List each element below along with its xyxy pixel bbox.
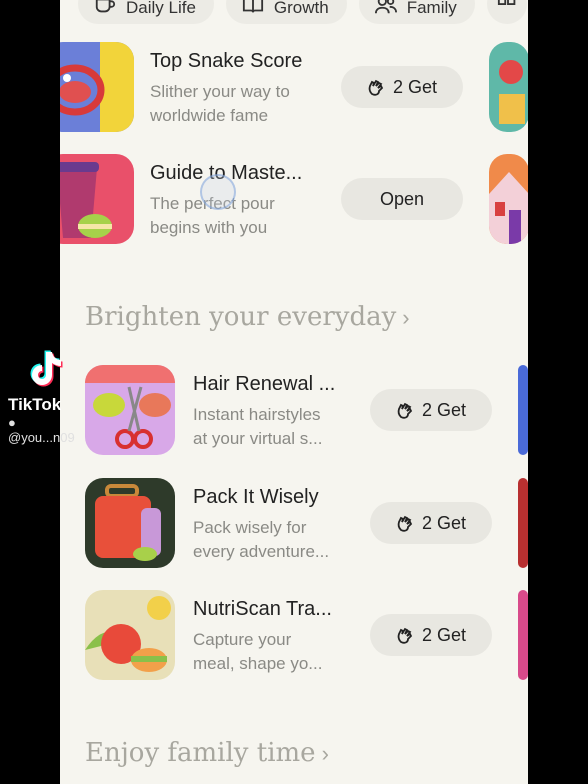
tiktok-username: ● @you...n09 — [8, 415, 75, 445]
app-icon-hair[interactable] — [85, 365, 175, 455]
tiktok-brand: TikTok — [8, 395, 62, 414]
chevron-right-icon: › — [402, 305, 410, 330]
list-item[interactable]: Pack It Wisely Pack wisely for every adve… — [85, 478, 528, 574]
user-icon: ● — [8, 415, 16, 430]
hand-icon — [397, 627, 413, 644]
list-item[interactable]: Top Snake Score Slither your way to world… — [60, 42, 528, 138]
book-icon — [242, 0, 264, 13]
chip-daily-life[interactable]: Daily Life — [78, 0, 214, 24]
app-subtitle: Pack wisely for every adventure... — [193, 518, 330, 561]
app-icon-nutrition[interactable] — [85, 590, 175, 680]
chip-label: Family — [406, 0, 457, 17]
hand-icon — [368, 79, 384, 96]
app-subtitle: Instant hairstyles at your virtual s... — [193, 405, 323, 448]
touch-indicator — [200, 174, 236, 210]
chip-label: Growth — [273, 0, 329, 17]
app-icon-next-column[interactable] — [518, 478, 528, 568]
open-button[interactable]: Open — [341, 178, 463, 220]
app-title: Top Snake Score — [150, 50, 303, 72]
tiktok-watermark: TikTok ● @you...n09 — [8, 348, 78, 445]
app-subtitle: Slither your way to worldwide fame — [150, 82, 290, 125]
app-icon-next-column[interactable] — [518, 365, 528, 455]
chip-family[interactable]: Family — [358, 0, 475, 24]
hand-icon — [397, 515, 413, 532]
app-icon-next-column[interactable] — [489, 42, 528, 132]
app-subtitle: Capture your meal, shape yo... — [193, 630, 323, 673]
chip-more[interactable] — [486, 0, 527, 24]
category-chips: Daily Life Growth Family — [78, 0, 527, 24]
get-button[interactable]: 2 Get — [370, 389, 492, 431]
section-title-brighten[interactable]: Brighten your everyday › — [85, 302, 410, 332]
hand-icon — [397, 402, 413, 419]
app-icon-next-column[interactable] — [489, 154, 528, 244]
chevron-right-icon: › — [321, 741, 329, 766]
section-title-family[interactable]: Enjoy family time › — [85, 738, 329, 768]
chip-growth[interactable]: Growth — [225, 0, 347, 24]
app-icon-next-column[interactable] — [518, 590, 528, 680]
get-button[interactable]: 2 Get — [341, 66, 463, 108]
cup-icon — [95, 0, 116, 13]
app-title: Hair Renewal ... — [193, 373, 336, 395]
app-store-screen: Daily Life Growth Family Top Snake Score… — [60, 0, 528, 784]
app-icon-snake[interactable] — [60, 42, 134, 132]
list-item[interactable]: NutriScan Tra... Capture your meal, shape… — [85, 590, 528, 686]
list-item[interactable]: Hair Renewal ... Instant hairstyles at yo… — [85, 365, 528, 461]
app-icon-luggage[interactable] — [85, 478, 175, 568]
people-icon — [374, 0, 397, 14]
tiktok-logo-icon — [30, 350, 63, 387]
app-title: NutriScan Tra... — [193, 598, 332, 620]
list-item[interactable]: Guide to Maste... The perfect pour begins… — [60, 154, 528, 250]
app-title: Pack It Wisely — [193, 486, 319, 508]
grid-icon — [497, 0, 516, 5]
chip-label: Daily Life — [126, 0, 196, 17]
app-icon-coffee[interactable] — [60, 154, 134, 244]
get-button[interactable]: 2 Get — [370, 614, 492, 656]
get-button[interactable]: 2 Get — [370, 502, 492, 544]
